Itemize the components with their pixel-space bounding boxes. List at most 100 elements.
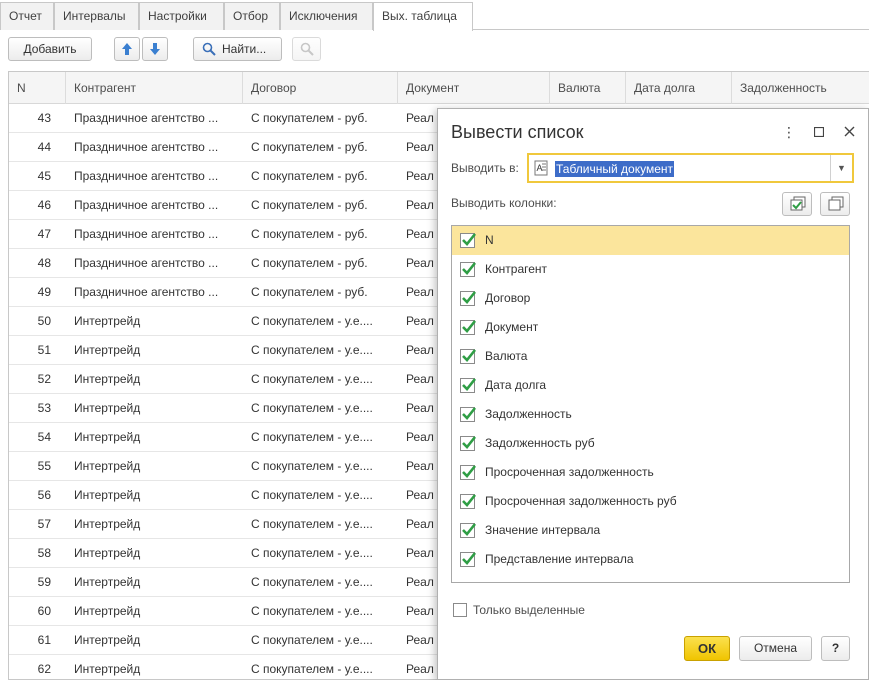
column-checkbox[interactable] xyxy=(460,523,477,538)
ok-button-label: ОК xyxy=(697,641,717,656)
checkmark-icon xyxy=(462,349,477,362)
cell-counterparty: Праздничное агентство ... xyxy=(74,140,219,154)
tab-output-table[interactable]: Вых. таблица xyxy=(373,2,473,31)
uncheck-all-icon xyxy=(828,196,844,211)
column-header-contract[interactable]: Договор xyxy=(243,72,398,104)
close-icon[interactable] xyxy=(839,121,859,143)
tab-label: Отбор xyxy=(233,9,269,23)
spreadsheet-document-icon: A xyxy=(534,160,548,176)
tab-exceptions[interactable]: Исключения xyxy=(280,2,373,30)
cell-n: 53 xyxy=(37,401,51,415)
column-checkbox[interactable] xyxy=(460,262,477,277)
output-to-select[interactable]: A Табличный документ ▼ xyxy=(527,153,854,183)
column-list-item[interactable]: Задолженность xyxy=(452,400,849,429)
cell-n: 54 xyxy=(37,430,51,444)
cell-counterparty: Интертрейд xyxy=(74,401,141,415)
column-checkbox[interactable] xyxy=(460,465,477,480)
columns-label: Выводить колонки: xyxy=(451,196,557,210)
cell-n: 47 xyxy=(37,227,51,241)
arrow-up-icon xyxy=(122,43,132,55)
maximize-icon[interactable] xyxy=(809,121,829,143)
check-all-button[interactable] xyxy=(782,192,812,216)
column-list-item[interactable]: Задолженность руб xyxy=(452,429,849,458)
cell-n: 55 xyxy=(37,459,51,473)
cell-contract: С покупателем - у.е.... xyxy=(251,430,373,444)
cell-n: 52 xyxy=(37,372,51,386)
svg-text:A: A xyxy=(537,163,543,173)
only-selected-label[interactable]: Только выделенные xyxy=(473,603,585,617)
cell-counterparty: Интертрейд xyxy=(74,314,141,328)
uncheck-all-button[interactable] xyxy=(820,192,850,216)
cell-contract: С покупателем - руб. xyxy=(251,140,368,154)
output-to-label: Выводить в: xyxy=(451,161,519,175)
column-header-debt-date[interactable]: Дата долга xyxy=(626,72,732,104)
column-header-currency[interactable]: Валюта xyxy=(550,72,626,104)
column-list-item[interactable]: Дата долга xyxy=(452,371,849,400)
column-list-item[interactable]: Договор xyxy=(452,284,849,313)
column-item-label: Договор xyxy=(485,291,531,305)
cell-counterparty: Интертрейд xyxy=(74,662,141,676)
cancel-button[interactable]: Отмена xyxy=(739,636,812,661)
cell-contract: С покупателем - руб. xyxy=(251,111,368,125)
tab-bar: Отчет Интервалы Настройки Отбор Исключен… xyxy=(0,0,869,31)
cell-n: 61 xyxy=(37,633,51,647)
cell-contract: С покупателем - у.е.... xyxy=(251,372,373,386)
tab-filter[interactable]: Отбор xyxy=(224,2,280,30)
output-list-dialog: Вывести список ⋮ Выводить в: A Табличный… xyxy=(437,108,869,680)
column-list-item[interactable]: Представление интервала xyxy=(452,545,849,574)
column-list-item[interactable]: Контрагент xyxy=(452,255,849,284)
column-checkbox[interactable] xyxy=(460,291,477,306)
column-checkbox[interactable] xyxy=(460,378,477,393)
column-header-debt[interactable]: Задолженность xyxy=(732,72,869,104)
cell-contract: С покупателем - у.е.... xyxy=(251,488,373,502)
add-button-label: Добавить xyxy=(23,42,77,56)
column-list-item[interactable]: Просроченная задолженность руб xyxy=(452,487,849,516)
checkmark-icon xyxy=(462,494,477,507)
help-button[interactable]: ? xyxy=(821,636,850,661)
column-list-item[interactable]: N xyxy=(452,226,849,255)
checkmark-icon xyxy=(462,465,477,478)
column-header-document[interactable]: Документ xyxy=(398,72,550,104)
tab-intervals[interactable]: Интервалы xyxy=(54,2,139,30)
column-list-item[interactable]: Валюта xyxy=(452,342,849,371)
column-list-item[interactable]: Документ xyxy=(452,313,849,342)
find-button[interactable]: Найти... xyxy=(193,37,282,61)
tab-settings[interactable]: Настройки xyxy=(139,2,224,30)
column-checkbox[interactable] xyxy=(460,494,477,509)
column-checkbox[interactable] xyxy=(460,349,477,364)
chevron-down-icon[interactable]: ▼ xyxy=(830,155,852,181)
column-header-n[interactable]: N xyxy=(9,72,66,104)
only-selected-checkbox[interactable] xyxy=(453,603,467,617)
tab-report[interactable]: Отчет xyxy=(0,2,54,30)
column-checkbox[interactable] xyxy=(460,436,477,451)
move-up-button[interactable] xyxy=(114,37,140,61)
cancel-search-button[interactable] xyxy=(292,37,321,61)
check-all-icon xyxy=(790,196,806,211)
move-down-button[interactable] xyxy=(142,37,168,61)
column-checkbox[interactable] xyxy=(460,320,477,335)
column-list-item[interactable]: Значение интервала xyxy=(452,516,849,545)
checkmark-icon xyxy=(462,262,477,275)
cell-contract: С покупателем - у.е.... xyxy=(251,633,373,647)
output-to-value: Табличный документ xyxy=(555,161,675,177)
column-item-label: Просроченная задолженность руб xyxy=(485,494,677,508)
column-checkbox[interactable] xyxy=(460,552,477,567)
cell-n: 57 xyxy=(37,517,51,531)
checkmark-icon xyxy=(462,407,477,420)
cell-n: 62 xyxy=(37,662,51,676)
more-vertical-icon[interactable]: ⋮ xyxy=(779,121,799,143)
ok-button[interactable]: ОК xyxy=(684,636,730,661)
cell-n: 43 xyxy=(37,111,51,125)
column-header-counterparty[interactable]: Контрагент xyxy=(66,72,243,104)
cell-counterparty: Праздничное агентство ... xyxy=(74,111,219,125)
cell-n: 59 xyxy=(37,575,51,589)
cell-counterparty: Интертрейд xyxy=(74,604,141,618)
cell-contract: С покупателем - у.е.... xyxy=(251,459,373,473)
column-checkbox[interactable] xyxy=(460,233,477,248)
columns-list[interactable]: N Контрагент Договор Документ Валюта Дата дол… xyxy=(451,225,850,583)
add-button[interactable]: Добавить xyxy=(8,37,92,61)
column-checkbox[interactable] xyxy=(460,407,477,422)
find-button-label: Найти... xyxy=(222,42,267,56)
cell-contract: С покупателем - руб. xyxy=(251,256,368,270)
column-list-item[interactable]: Просроченная задолженность xyxy=(452,458,849,487)
